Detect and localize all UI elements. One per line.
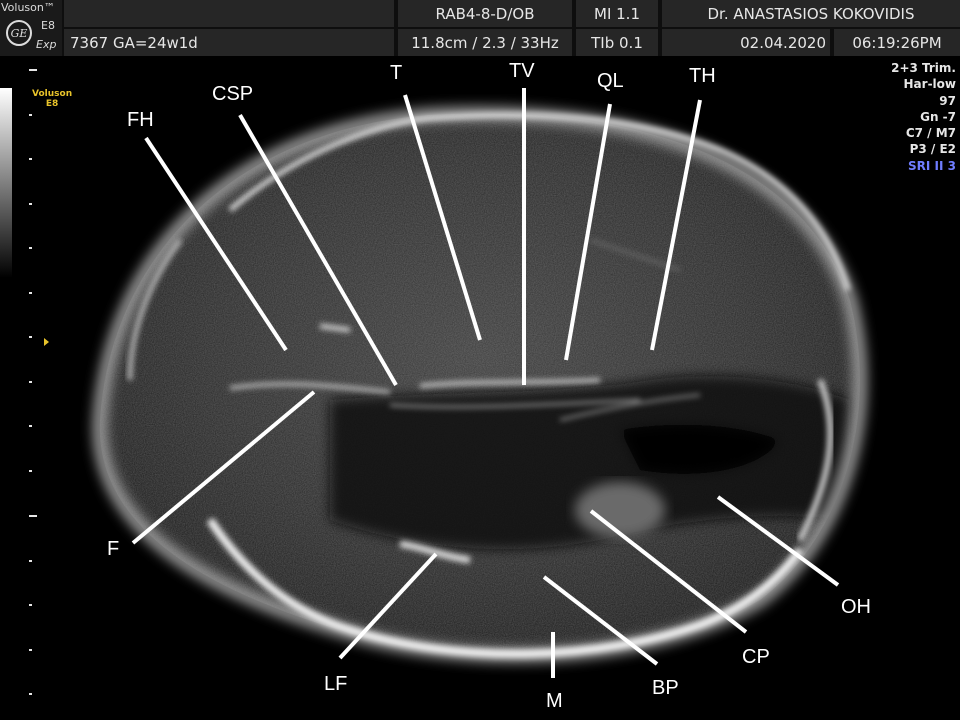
label-f: F: [107, 538, 120, 560]
label-m: M: [546, 690, 563, 712]
label-tv: TV: [509, 60, 535, 82]
label-cp: CP: [742, 646, 770, 668]
label-oh: OH: [841, 596, 871, 618]
label-ql: QL: [597, 70, 624, 92]
label-bp: BP: [652, 677, 679, 699]
label-fh: FH: [127, 109, 154, 131]
label-lf: LF: [324, 673, 348, 695]
ultrasound-image: [92, 88, 867, 678]
label-th: TH: [689, 65, 716, 87]
label-csp: CSP: [212, 83, 254, 105]
label-t: T: [390, 62, 403, 84]
